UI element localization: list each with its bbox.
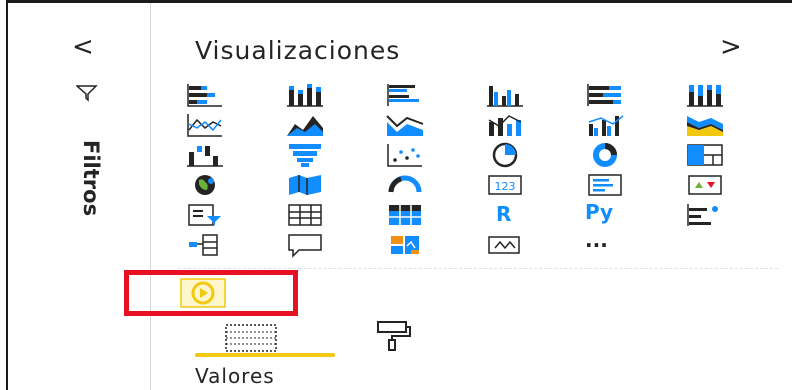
multi-row-card-icon[interactable]	[585, 172, 625, 198]
line-and-stacked-column-chart-icon[interactable]	[485, 112, 525, 138]
key-influencers-icon[interactable]	[685, 202, 725, 228]
kpi-icon[interactable]	[685, 172, 725, 198]
treemap-icon[interactable]	[685, 142, 725, 168]
more-visuals-button[interactable]: ...	[585, 228, 608, 252]
values-section-label: Valores	[195, 364, 275, 388]
decomposition-tree-icon[interactable]	[185, 232, 225, 258]
filter-icon	[75, 84, 98, 106]
100-stacked-bar-chart-icon[interactable]	[585, 82, 625, 108]
highlight-annotation	[124, 270, 298, 316]
map-icon[interactable]	[185, 172, 225, 198]
format-paint-roller-icon[interactable]	[372, 320, 414, 352]
pie-chart-icon[interactable]	[485, 142, 525, 168]
clustered-column-chart-icon[interactable]	[485, 82, 525, 108]
fields-tab-icon[interactable]	[224, 323, 278, 353]
paginated-report-icon[interactable]	[485, 232, 525, 258]
r-script-visual-icon[interactable]: R	[496, 202, 511, 226]
python-visual-icon[interactable]: Py	[585, 200, 613, 224]
svg-text:123: 123	[495, 180, 516, 193]
smart-narrative-icon[interactable]	[385, 232, 425, 258]
matrix-icon[interactable]	[385, 202, 425, 228]
visualizations-title: Visualizaciones	[195, 36, 401, 65]
gallery-separator	[178, 268, 778, 269]
slicer-icon[interactable]	[185, 202, 225, 228]
scatter-chart-icon[interactable]	[385, 142, 425, 168]
line-chart-icon[interactable]	[185, 112, 225, 138]
stacked-bar-chart-icon[interactable]	[185, 82, 225, 108]
clustered-bar-chart-icon[interactable]	[385, 82, 425, 108]
stacked-column-chart-icon[interactable]	[285, 82, 325, 108]
card-icon[interactable]: 123	[485, 172, 525, 198]
donut-chart-icon[interactable]	[585, 142, 625, 168]
ribbon-chart-icon[interactable]	[685, 112, 725, 138]
line-and-clustered-column-chart-icon[interactable]	[585, 112, 625, 138]
expand-visualizations-button[interactable]: >	[720, 34, 742, 60]
table-icon[interactable]	[285, 202, 325, 228]
gauge-icon[interactable]	[385, 172, 425, 198]
collapse-filters-button[interactable]: <	[72, 34, 94, 60]
100-stacked-column-chart-icon[interactable]	[685, 82, 725, 108]
stacked-area-chart-icon[interactable]	[385, 112, 425, 138]
waterfall-chart-icon[interactable]	[185, 142, 225, 168]
area-chart-icon[interactable]	[285, 112, 325, 138]
fields-tab-active-indicator	[195, 353, 335, 357]
filled-map-icon[interactable]	[285, 172, 325, 198]
funnel-chart-icon[interactable]	[285, 142, 325, 168]
filters-label[interactable]: Filtros	[79, 140, 103, 216]
qa-visual-icon[interactable]	[285, 232, 325, 258]
